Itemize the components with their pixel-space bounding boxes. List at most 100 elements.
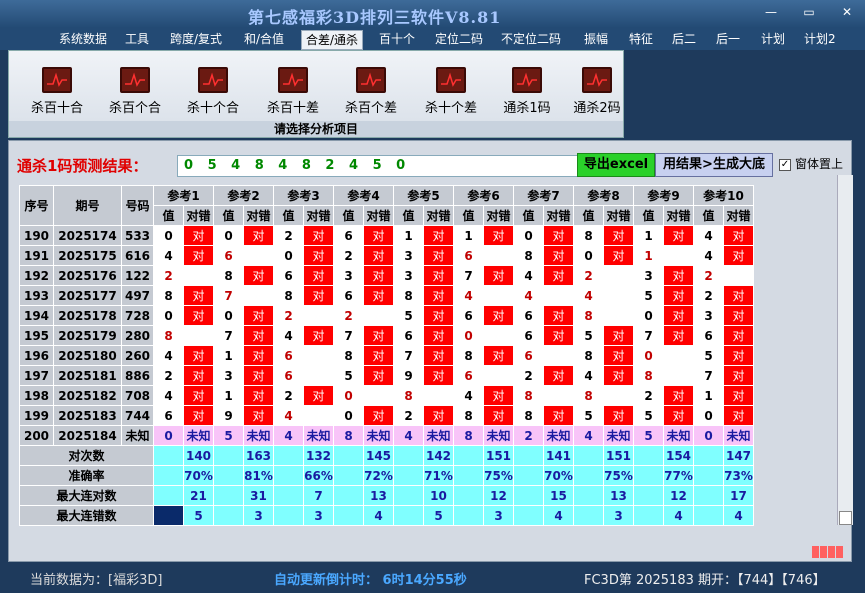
value-cell: 0 [273,245,304,266]
value-cell: 3 [393,245,424,266]
judge-header: 对错 [183,205,214,226]
stats-value: 3 [483,505,514,526]
menu-13[interactable]: 计划 [757,30,789,50]
table-row: 192 2025176 122 2 8 对 6 对 3 对 3 对 7 对 4 对 2 3 对 2 [19,265,754,286]
stats-value: 154 [663,445,694,466]
value-cell: 8 [513,405,544,426]
menu-3[interactable]: 跨度/复式 [166,30,226,50]
judge-header: 对错 [603,205,634,226]
value-cell: 5 [693,345,724,366]
hit-cell: 对 [183,405,214,426]
scroll-thumb[interactable] [839,511,852,525]
value-cell: 5 [633,405,664,426]
ribbon-button-2[interactable]: 杀百个合 [97,67,173,123]
stats-value: 17 [723,485,754,506]
value-cell: 8 [333,345,364,366]
menu-1[interactable]: 系统数据 [55,30,111,50]
menu-11[interactable]: 后二 [668,30,700,50]
value-cell: 2 [153,265,184,286]
miss-cell [483,365,514,386]
value-cell: 2 [633,385,664,406]
ribbon-button-6[interactable]: 杀十个差 [413,67,489,123]
ribbon-button-label: 杀百个合 [108,101,161,116]
pending-judge: 未知 [603,425,634,446]
value-cell: 0 [693,405,724,426]
value-cell: 4 [153,385,184,406]
stats-spacer [333,485,364,506]
value-cell: 8 [573,385,604,406]
ribbon-button-8[interactable]: 通杀2码 [559,67,635,123]
stats-row: 准确率 70% 81% 66% 72% 71% 75% 70% 75% 77% 73% [19,465,754,486]
value-cell: 8 [273,285,304,306]
menu-4[interactable]: 和/合值 [240,30,288,50]
maximize-button[interactable]: ▭ [796,3,822,21]
stats-value: 3 [603,505,634,526]
value-cell: 8 [393,385,424,406]
stats-value: 70% [183,465,214,486]
pending-value: 0 [153,425,184,446]
value-cell: 4 [513,265,544,286]
value-cell: 6 [273,365,304,386]
stats-value: 151 [483,445,514,466]
hit-cell: 对 [603,405,634,426]
value-cell: 0 [213,305,244,326]
table-row: 198 2025182 708 4 对 1 对 2 对 0 8 4 对 8 8 2 对 1 对 [19,385,754,406]
val-header: 值 [393,205,424,226]
seq-cell: 196 [19,345,54,366]
pending-judge: 未知 [243,425,274,446]
code-cell: 122 [121,265,154,286]
menu-5[interactable]: 合差/通杀 [301,30,364,50]
vertical-scrollbar[interactable] [837,175,853,525]
menu-6[interactable]: 百十个 [375,30,419,50]
ribbon-button-3[interactable]: 杀十个合 [175,67,251,123]
menu-10[interactable]: 特征 [625,30,657,50]
miss-cell [543,345,574,366]
ribbon-button-5[interactable]: 杀百个差 [333,67,409,123]
value-cell: 3 [633,265,664,286]
stats-spacer [153,485,184,506]
hit-cell: 对 [423,265,454,286]
ribbon-button-1[interactable]: 杀百十合 [19,67,95,123]
value-cell: 1 [633,225,664,246]
value-cell: 2 [513,365,544,386]
ribbon-button-label: 通杀2码 [573,101,621,116]
hit-cell: 对 [543,305,574,326]
chart-icon [120,67,150,93]
menu-14[interactable]: 计划2 [800,30,840,50]
table-row: 190 2025174 533 0 对 0 对 2 对 6 对 1 对 1 对 0 对 8 对 1 对 4 对 [19,225,754,246]
period-cell: 2025180 [53,345,122,366]
code-cell: 744 [121,405,154,426]
menu-7[interactable]: 定位二码 [431,30,487,50]
topmost-checkbox[interactable]: ✓ 窗体置上 [779,155,843,172]
menu-12[interactable]: 后一 [712,30,744,50]
chart-icon [436,67,466,93]
miss-cell [243,285,274,306]
value-cell: 6 [453,365,484,386]
val-header: 值 [153,205,184,226]
close-button[interactable]: ✕ [834,3,860,21]
miss-cell [723,265,754,286]
group-header-3: 参考3 [273,185,334,206]
menu-8[interactable]: 不定位二码 [497,30,565,50]
value-cell: 7 [453,265,484,286]
stats-spacer [273,485,304,506]
code-cell: 260 [121,345,154,366]
value-cell: 6 [333,225,364,246]
seq-cell: 194 [19,305,54,326]
menu-9[interactable]: 振幅 [580,30,612,50]
stats-spacer [273,465,304,486]
result-value: 0 5 4 8 4 8 2 4 5 0 [177,155,585,177]
export-excel-button[interactable]: 导出excel [577,153,655,177]
hit-cell: 对 [243,225,274,246]
generate-base-button[interactable]: 用结果>生成大底 [655,153,773,177]
val-header: 值 [213,205,244,226]
value-cell: 8 [453,345,484,366]
ribbon-button-4[interactable]: 杀百十差 [255,67,331,123]
stats-spacer [273,445,304,466]
ribbon-button-7[interactable]: 通杀1码 [489,67,565,123]
menu-2[interactable]: 工具 [121,30,153,50]
stats-label: 最大连对数 [19,485,154,506]
stats-value: 13 [363,485,394,506]
period-cell: 2025178 [53,305,122,326]
minimize-button[interactable]: — [758,3,784,21]
